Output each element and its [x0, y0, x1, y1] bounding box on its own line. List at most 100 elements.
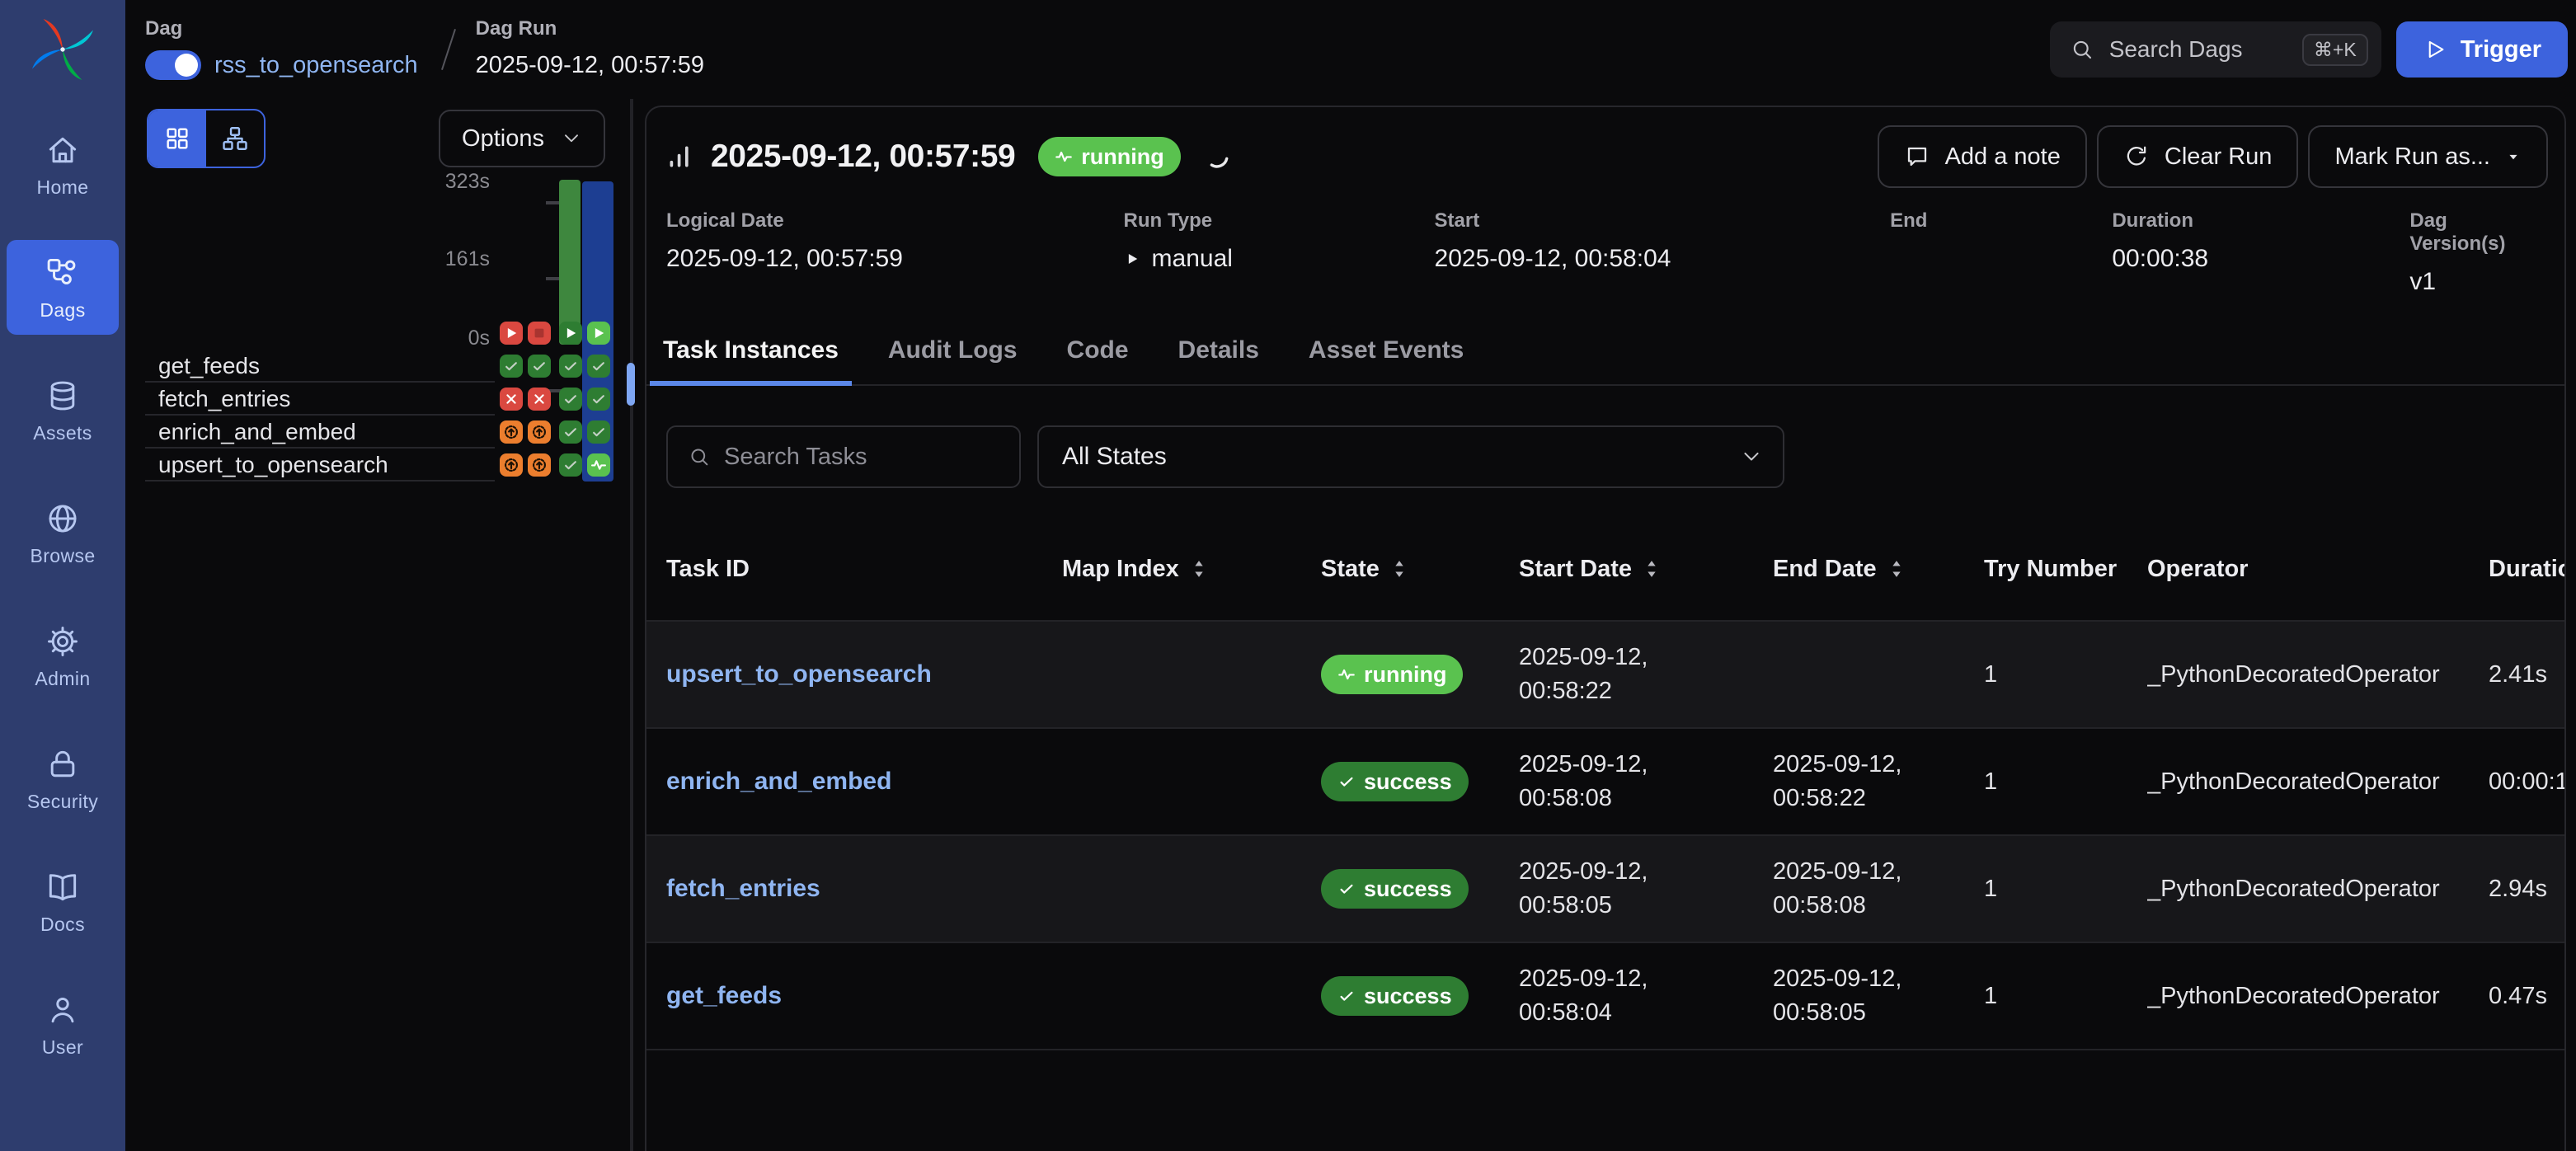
- task-state-chip-running[interactable]: [587, 453, 610, 477]
- search-tasks-input[interactable]: [724, 444, 1003, 471]
- grid-task-name[interactable]: upsert_to_opensearch: [158, 449, 388, 482]
- task-id-cell: enrich_and_embed: [666, 768, 1062, 796]
- meta-value: 2025-09-12, 00:58:04: [1435, 244, 1891, 274]
- run-meta-run-type: Run Typemanual: [1124, 209, 1435, 297]
- task-state-chip-upstream_failed[interactable]: [528, 420, 551, 444]
- tab-asset-events[interactable]: Asset Events: [1295, 333, 1477, 386]
- sidebar-item-home[interactable]: Home: [7, 117, 119, 212]
- home-icon: [45, 132, 81, 168]
- dag-pause-toggle[interactable]: [145, 50, 201, 80]
- sort-icon[interactable]: [1187, 557, 1210, 580]
- task-state-chip-success[interactable]: [559, 453, 582, 477]
- grid-task-name[interactable]: enrich_and_embed: [158, 416, 356, 449]
- task-state-chip-success[interactable]: [559, 355, 582, 378]
- sidebar-item-user[interactable]: User: [7, 977, 119, 1072]
- start-date-cell: 2025-09-12, 00:58:08: [1519, 748, 1773, 815]
- duration-cell: 2.41s: [2489, 661, 2564, 688]
- browse-icon: [45, 500, 81, 537]
- state-filter-select[interactable]: All States: [1037, 425, 1784, 488]
- loading-spinner-icon: [1202, 142, 1232, 171]
- add-note-button[interactable]: Add a note: [1878, 125, 2087, 188]
- task-state-chip-success[interactable]: [528, 355, 551, 378]
- state-badge-success: success: [1321, 869, 1469, 909]
- meta-label: Logical Date: [666, 209, 1124, 233]
- start-date-cell: 2025-09-12, 00:58:04: [1519, 962, 1773, 1029]
- end-date-cell: 2025-09-12, 00:58:22: [1773, 748, 1984, 815]
- airflow-logo[interactable]: [0, 0, 125, 101]
- clear-run-button[interactable]: Clear Run: [2097, 125, 2299, 188]
- tab-task-instances[interactable]: Task Instances: [650, 333, 852, 386]
- run-chip-failed[interactable]: [528, 322, 551, 345]
- tab-details[interactable]: Details: [1165, 333, 1272, 386]
- task-instances-table: Task IDMap IndexStateStart DateEnd DateT…: [646, 518, 2564, 1050]
- column-header-start-date[interactable]: Start Date: [1519, 556, 1773, 583]
- meta-value: 2025-09-12, 00:57:59: [666, 244, 1124, 274]
- table-row[interactable]: enrich_and_embedsuccess2025-09-12, 00:58…: [646, 727, 2564, 834]
- dag-run-label: Dag Run: [476, 17, 704, 40]
- run-chip-success[interactable]: [559, 322, 582, 345]
- dag-label: Dag: [145, 17, 418, 40]
- mark-run-as-label: Mark Run as...: [2334, 143, 2490, 171]
- table-row[interactable]: upsert_to_opensearchrunning2025-09-12, 0…: [646, 620, 2564, 727]
- caret-down-icon: [2505, 148, 2522, 165]
- dag-breadcrumb: Dag rss_to_opensearch: [145, 17, 418, 82]
- add-note-label: Add a note: [1945, 143, 2061, 171]
- assets-icon: [45, 378, 81, 414]
- task-state-chip-success[interactable]: [559, 420, 582, 444]
- dag-name-link[interactable]: rss_to_opensearch: [214, 52, 418, 79]
- task-state-chip-upstream_failed[interactable]: [528, 453, 551, 477]
- sort-icon[interactable]: [1640, 557, 1663, 580]
- panel-splitter[interactable]: [630, 99, 633, 1151]
- operator-cell: _PythonDecoratedOperator: [2147, 983, 2489, 1010]
- column-header-duration: Duration: [2489, 556, 2564, 583]
- task-state-chip-upstream_failed[interactable]: [500, 453, 523, 477]
- play-icon: [1124, 251, 1140, 267]
- run-duration-bar[interactable]: [559, 180, 581, 345]
- sidebar-item-admin[interactable]: Admin: [7, 608, 119, 703]
- grid-task-name[interactable]: get_feeds: [158, 350, 260, 383]
- run-chip-running[interactable]: [587, 322, 610, 345]
- dags-icon: [45, 255, 81, 291]
- tab-code[interactable]: Code: [1054, 333, 1142, 386]
- state-cell: success: [1321, 976, 1519, 1016]
- state-cell: running: [1321, 655, 1519, 694]
- task-state-chip-failed[interactable]: [500, 388, 523, 411]
- task-state-chip-success[interactable]: [587, 388, 610, 411]
- sidebar-item-assets[interactable]: Assets: [7, 363, 119, 458]
- mark-run-as-button[interactable]: Mark Run as...: [2308, 125, 2548, 188]
- trigger-button[interactable]: Trigger: [2396, 21, 2568, 78]
- column-header-end-date[interactable]: End Date: [1773, 556, 1984, 583]
- sidebar-item-dags[interactable]: Dags: [7, 240, 119, 335]
- task-state-chip-failed[interactable]: [528, 388, 551, 411]
- column-header-state[interactable]: State: [1321, 556, 1519, 583]
- table-row[interactable]: get_feedssuccess2025-09-12, 00:58:042025…: [646, 942, 2564, 1049]
- sort-icon[interactable]: [1885, 557, 1908, 580]
- run-chip-failed[interactable]: [500, 322, 523, 345]
- sidebar-item-security[interactable]: Security: [7, 731, 119, 826]
- task-state-chip-success[interactable]: [559, 388, 582, 411]
- task-state-chip-upstream_failed[interactable]: [500, 420, 523, 444]
- grid-task-name[interactable]: fetch_entries: [158, 383, 290, 416]
- sidebar-item-browse[interactable]: Browse: [7, 486, 119, 580]
- task-id-link[interactable]: upsert_to_opensearch: [666, 660, 932, 688]
- tab-audit-logs[interactable]: Audit Logs: [875, 333, 1031, 386]
- operator-cell: _PythonDecoratedOperator: [2147, 876, 2489, 903]
- axis-tick-label: 0s: [468, 327, 490, 350]
- sidebar-item-docs[interactable]: Docs: [7, 854, 119, 949]
- meta-value: v1: [2409, 267, 2548, 297]
- sidebar-item-label: Docs: [40, 914, 85, 936]
- task-state-chip-success[interactable]: [500, 355, 523, 378]
- task-id-link[interactable]: get_feeds: [666, 982, 782, 1009]
- search-dags-button[interactable]: Search Dags ⌘+K: [2050, 21, 2381, 78]
- meta-label: Dag Version(s): [2409, 209, 2548, 256]
- axis-tick-label: 323s: [445, 170, 490, 193]
- task-id-link[interactable]: enrich_and_embed: [666, 768, 891, 795]
- table-row[interactable]: fetch_entriessuccess2025-09-12, 00:58:05…: [646, 834, 2564, 942]
- task-state-chip-success[interactable]: [587, 420, 610, 444]
- splitter-grip[interactable]: [627, 363, 635, 406]
- sidebar-item-label: Security: [27, 791, 98, 813]
- column-header-map-index[interactable]: Map Index: [1062, 556, 1321, 583]
- sort-icon[interactable]: [1388, 557, 1411, 580]
- task-state-chip-success[interactable]: [587, 355, 610, 378]
- task-id-link[interactable]: fetch_entries: [666, 875, 820, 902]
